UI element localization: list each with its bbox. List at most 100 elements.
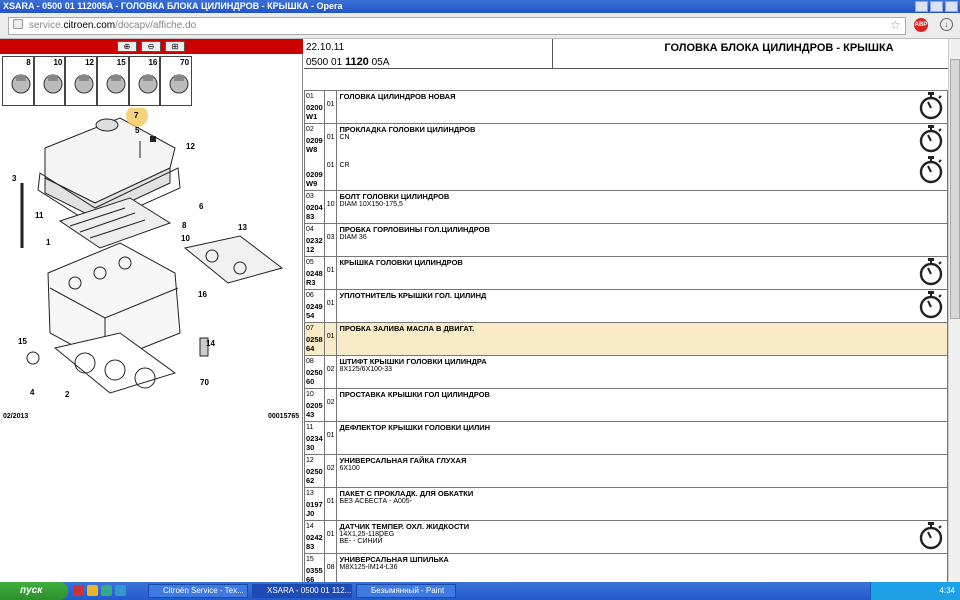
table-row[interactable]: 03 0204 83 10 БОЛТ ГОЛОВКИ ЦИЛИНДРОВ DIAM 10… xyxy=(304,190,948,224)
part-detail: 6X100 xyxy=(339,465,360,472)
quicklaunch-icon[interactable] xyxy=(101,585,112,596)
part-reference: 0355 66 xyxy=(306,566,323,582)
system-tray: 4:34 xyxy=(870,582,960,600)
part-thumb-70[interactable]: 70 xyxy=(160,56,193,106)
callout-16[interactable]: 16 xyxy=(198,290,207,299)
part-name: КРЫШКА ГОЛОВКИ ЦИЛИНДРОВ xyxy=(339,258,463,267)
callout-6[interactable]: 6 xyxy=(199,202,203,211)
part-reference: 0197 J0 xyxy=(306,500,323,518)
start-button[interactable]: пуск xyxy=(0,582,68,600)
zoom-in-icon[interactable]: ⊕ xyxy=(117,41,137,52)
bookmark-star-icon[interactable]: ☆ xyxy=(890,18,901,32)
table-row[interactable]: 07 0258 64 01 ПРОБКА ЗАЛИВА МАСЛА В ДВИГАТ. xyxy=(304,322,948,356)
zoom-fit-icon[interactable]: ⊞ xyxy=(165,41,185,52)
callout-7[interactable]: 7 xyxy=(134,111,138,120)
task-xsara[interactable]: XSARA - 0500 01 112... xyxy=(252,584,352,598)
table-row[interactable]: 13 0197 J0 01 ПАКЕТ С ПРОКЛАДК. ДЛЯ ОБКАТКИ… xyxy=(304,487,948,521)
part-name: УНИВЕРСАЛЬНАЯ ШПИЛЬКА xyxy=(339,555,449,564)
part-detail: CN xyxy=(339,134,350,141)
parts-strip: 8 10 12 15 16 70 xyxy=(2,56,193,106)
table-row[interactable]: 12 0250 62 02 УНИВЕРСАЛЬНАЯ ГАЙКА ГЛУХАЯ 6X1… xyxy=(304,454,948,488)
callout-70[interactable]: 70 xyxy=(200,378,209,387)
part-thumb-image xyxy=(138,74,158,94)
quicklaunch-icon[interactable] xyxy=(115,585,126,596)
part-quantity: 03 xyxy=(326,234,335,241)
address-bar: service.citroen.com/docapv/affiche.do xyxy=(0,13,960,39)
part-detail: BE- - СИНИЙ xyxy=(339,538,383,545)
table-row[interactable]: 02 0209 W8 0209 W9 01 01 ПРОКЛАДКА ГОЛОВКИ ЦИ… xyxy=(304,123,948,191)
header-reference: 0500 01 1120 05A xyxy=(306,56,390,68)
scrollbar-thumb[interactable] xyxy=(950,59,960,319)
scrollbar[interactable] xyxy=(948,39,960,582)
header-title: ГОЛОВКА БЛОКА ЦИЛИНДРОВ - КРЫШКА xyxy=(664,42,894,54)
callout-11[interactable]: 11 xyxy=(35,211,43,220)
part-thumb-15[interactable]: 15 xyxy=(97,56,129,106)
table-row[interactable]: 15 0355 66 08 УНИВЕРСАЛЬНАЯ ШПИЛЬКА M8X125-I… xyxy=(304,553,948,582)
quicklaunch-icon[interactable] xyxy=(87,585,98,596)
callout-2[interactable]: 2 xyxy=(65,390,69,399)
url-path: /docapv/affiche.do xyxy=(115,20,197,31)
callout-10[interactable]: 10 xyxy=(181,234,190,243)
callout-4[interactable]: 4 xyxy=(30,388,34,397)
task-paint[interactable]: Безымянный - Paint xyxy=(356,584,456,598)
part-thumb-16[interactable]: 16 xyxy=(128,56,161,106)
part-detail: 14X1,25-118DEG xyxy=(339,531,395,538)
callout-13[interactable]: 13 xyxy=(238,223,247,232)
callout-12[interactable]: 12 xyxy=(186,142,195,151)
quicklaunch-icon[interactable] xyxy=(73,585,84,596)
part-thumb-10[interactable]: 10 xyxy=(33,56,66,106)
callout-1[interactable]: 1 xyxy=(46,238,50,247)
table-row[interactable]: 10 0205 43 02 ПРОСТАВКА КРЫШКИ ГОЛ ЦИЛИНДРО… xyxy=(304,388,948,422)
adblock-icon[interactable]: ABP xyxy=(914,18,928,32)
labor-time-icon[interactable] xyxy=(919,258,943,286)
part-reference: 0204 83 xyxy=(306,203,323,221)
table-row[interactable]: 08 0250 60 02 ШТИФТ КРЫШКИ ГОЛОВКИ ЦИЛИНДРА… xyxy=(304,355,948,389)
part-detail: CR xyxy=(339,162,350,169)
parts-header: 22.10.11 0500 01 1120 05A ГОЛОВКА БЛОКА … xyxy=(304,39,948,69)
part-name: ГОЛОВКА ЦИЛИНДРОВ НОВАЯ xyxy=(339,92,456,101)
parts-list-pane: 22.10.11 0500 01 1120 05A ГОЛОВКА БЛОКА … xyxy=(304,39,948,582)
table-row[interactable]: 04 0232 12 03 ПРОБКА ГОРЛОВИНЫ ГОЛ.ЦИЛИНДРО… xyxy=(304,223,948,257)
task-citroen[interactable]: Citroën Service - Tex... xyxy=(148,584,248,598)
part-thumb-image xyxy=(106,74,126,94)
part-reference: 0209 W9 xyxy=(306,170,323,188)
callout-3[interactable]: 3 xyxy=(12,174,16,183)
diagram-date: 02/2013 xyxy=(3,413,29,420)
callout-15[interactable]: 15 xyxy=(18,337,27,346)
part-thumb-number: 16 xyxy=(148,58,158,67)
callout-8[interactable]: 8 xyxy=(182,221,186,230)
part-thumb-number: 15 xyxy=(116,58,126,67)
part-thumb-number: 70 xyxy=(180,58,190,67)
part-quantity: 01 xyxy=(326,531,335,538)
part-thumb-12[interactable]: 12 xyxy=(65,56,98,106)
table-row[interactable]: 14 0242 83 01 ДАТЧИК ТЕМПЕР. ОХЛ. ЖИДКОСТИ 1… xyxy=(304,520,948,554)
labor-time-icon[interactable] xyxy=(919,291,943,319)
minimize-button[interactable] xyxy=(915,1,928,12)
table-row[interactable]: 06 0249 54 01 УПЛОТНИТЕЛЬ КРЫШКИ ГОЛ. ЦИЛИН… xyxy=(304,289,948,323)
download-icon[interactable]: ↓ xyxy=(940,18,953,31)
window-title: XSARA - 0500 01 112005A - ГОЛОВКА БЛОКА … xyxy=(3,1,343,11)
callout-5[interactable]: 5 xyxy=(135,126,139,135)
part-quantity: 01 xyxy=(326,267,335,274)
part-thumb-image xyxy=(43,74,63,94)
taskbar: пуск Citroën Service - Tex... XSARA - 05… xyxy=(0,582,960,600)
table-row[interactable]: 01 0200 W1 01 ГОЛОВКА ЦИЛИНДРОВ НОВАЯ xyxy=(304,90,948,124)
part-quantity: 02 xyxy=(326,366,335,373)
diagram-code: 00015765 xyxy=(268,413,300,420)
labor-time-icon[interactable] xyxy=(919,125,943,153)
zoom-out-icon[interactable]: ⊖ xyxy=(141,41,161,52)
maximize-button[interactable] xyxy=(930,1,943,12)
part-thumb-number: 10 xyxy=(53,58,63,67)
labor-time-icon[interactable] xyxy=(919,156,943,184)
labor-time-icon[interactable] xyxy=(919,522,943,550)
part-detail: DIAM 36 xyxy=(339,234,367,241)
callout-14[interactable]: 14 xyxy=(206,339,215,348)
labor-time-icon[interactable] xyxy=(919,92,943,120)
part-detail: M8X125-IM14-L36 xyxy=(339,564,398,571)
url-input[interactable]: service.citroen.com/docapv/affiche.do xyxy=(8,17,906,35)
close-button[interactable] xyxy=(945,1,958,12)
part-thumb-8[interactable]: 8 xyxy=(2,56,34,106)
part-quantity: 01 xyxy=(326,432,335,439)
table-row[interactable]: 11 0234 30 01 ДЕФЛЕКТОР КРЫШКИ ГОЛОВКИ ЦИЛИ… xyxy=(304,421,948,455)
table-row[interactable]: 05 0248 R3 01 КРЫШКА ГОЛОВКИ ЦИЛИНДРОВ xyxy=(304,256,948,290)
